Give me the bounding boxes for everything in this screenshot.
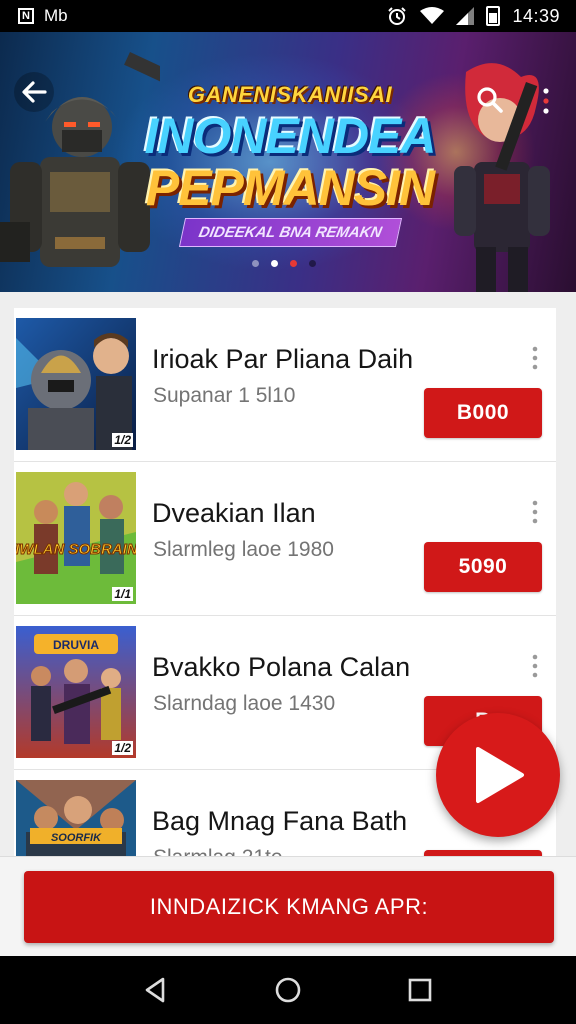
- thumb-art-text: SOORFIK: [51, 832, 102, 844]
- banner-ribbon: DIDEEKAL BNA REMAKN: [178, 218, 402, 247]
- bottom-action-panel: INNDAIZICK KMANG APR:: [0, 856, 576, 956]
- carousel-dot[interactable]: [252, 260, 259, 267]
- back-button[interactable]: [14, 72, 54, 112]
- banner-line-3: PEPMANSIN: [145, 160, 435, 216]
- carousel-indicator: [252, 260, 316, 267]
- carousel-dot[interactable]: [309, 260, 316, 267]
- game-title: Irioak Par Pliana Daih: [152, 344, 414, 374]
- nav-home-icon[interactable]: [273, 975, 303, 1005]
- gunner-team-art: DRUVIA: [16, 626, 136, 758]
- age-rating-badge: 1/2: [112, 433, 133, 447]
- carousel-dot[interactable]: [290, 260, 297, 267]
- alarm-icon: [388, 7, 407, 25]
- game-thumbnail[interactable]: DRUVIA 1/2: [16, 626, 136, 758]
- game-list-item[interactable]: 1/2 Irioak Par Pliana Daih Supanar 1 5l1…: [14, 308, 556, 462]
- game-title: Bvakko Polana Calan: [152, 652, 411, 682]
- thumb-art-text: KIWLAN SOBRAINS: [16, 541, 136, 558]
- arrow-back-icon: [22, 81, 47, 103]
- status-left: N Mb: [18, 6, 68, 26]
- squad-art: KIWLAN SOBRAINS: [16, 472, 136, 604]
- game-list-item[interactable]: KIWLAN SOBRAINS 1/1 Dveakian Ilan Slarml…: [14, 462, 556, 616]
- item-more-icon[interactable]: [532, 654, 538, 678]
- notification-n-icon: N: [18, 8, 34, 24]
- system-nav-bar: [0, 956, 576, 1024]
- banner-title-block: GANENISKANIISAI INONENDEA PEPMANSIN DIDE…: [110, 82, 470, 247]
- overflow-menu-icon[interactable]: [540, 86, 552, 116]
- play-icon: [476, 747, 524, 803]
- status-bar: N Mb 14:39: [0, 0, 576, 32]
- primary-action-button[interactable]: INNDAIZICK KMANG APR:: [24, 871, 554, 943]
- age-rating-badge: 1/1: [112, 587, 133, 601]
- battery-icon: [486, 6, 501, 26]
- hero-banner[interactable]: GANENISKANIISAI INONENDEA PEPMANSIN DIDE…: [0, 32, 576, 292]
- item-more-icon[interactable]: [532, 500, 538, 524]
- nav-recents-icon[interactable]: [405, 975, 435, 1005]
- banner-line-2: INONENDEA: [144, 108, 436, 164]
- game-title: Bag Mnag Fana Bath: [152, 806, 408, 836]
- game-subtitle: Slarndag laoe 1430: [153, 692, 336, 715]
- age-rating-badge: 1/2: [112, 741, 133, 755]
- game-subtitle: Supanar 1 5l10: [153, 384, 296, 407]
- play-fab-button[interactable]: [436, 713, 560, 837]
- game-thumbnail[interactable]: KIWLAN SOBRAINS 1/1: [16, 472, 136, 604]
- wifi-icon: [420, 7, 445, 24]
- nav-back-icon[interactable]: [141, 975, 171, 1005]
- game-thumbnail[interactable]: 1/2: [16, 318, 136, 450]
- item-more-icon[interactable]: [532, 346, 538, 370]
- price-button[interactable]: B000: [424, 388, 542, 438]
- status-right: 14:39: [386, 6, 560, 27]
- search-icon[interactable]: [476, 86, 504, 114]
- price-button[interactable]: 5090: [424, 542, 542, 592]
- app-screen: N Mb 14:39 GANENISKANIISAI INONENDEA PEP…: [0, 0, 576, 1024]
- status-left-label: Mb: [44, 6, 68, 25]
- signal-icon: [456, 7, 475, 25]
- status-time: 14:39: [512, 5, 560, 26]
- armored-hero-art: [16, 318, 136, 450]
- banner-line-1: GANENISKANIISAI: [187, 82, 393, 107]
- thumb-art-text: DRUVIA: [53, 638, 99, 652]
- game-title: Dveakian Ilan: [152, 498, 316, 528]
- game-subtitle: Slarmleg laoe 1980: [153, 538, 334, 561]
- carousel-dot-active[interactable]: [271, 260, 278, 267]
